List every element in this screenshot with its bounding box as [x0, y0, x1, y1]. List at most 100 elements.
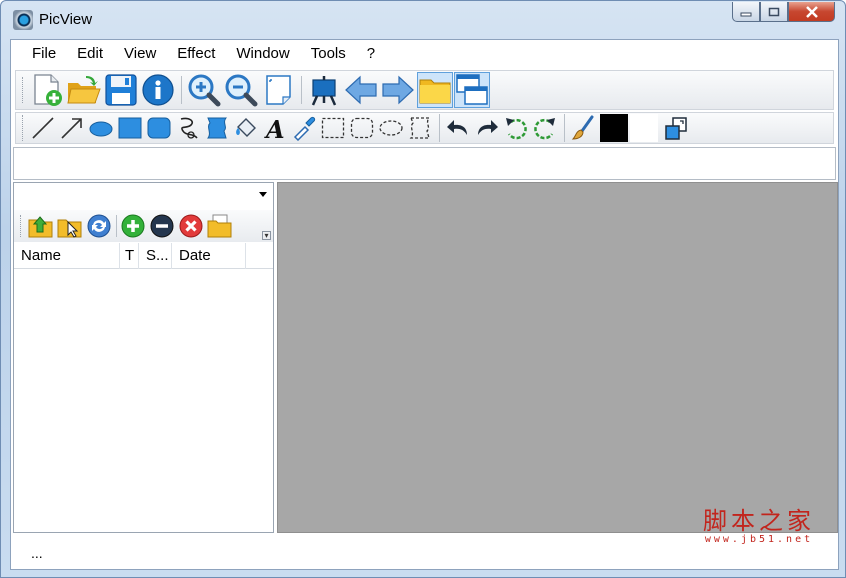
- svg-text:A: A: [264, 115, 285, 141]
- rounded-select-tool[interactable]: [348, 114, 376, 142]
- folder-view-icon: [419, 79, 451, 104]
- menu-effect[interactable]: Effect: [167, 40, 225, 68]
- toolbar-grip[interactable]: [20, 215, 23, 237]
- file-list-header: Name T S... Date: [14, 243, 273, 269]
- background-color-swatch[interactable]: [630, 114, 658, 142]
- status-text: ...: [31, 545, 43, 561]
- remove-button[interactable]: [148, 212, 176, 240]
- menu-bar: File Edit View Effect Window Tools ?: [11, 40, 838, 68]
- add-button[interactable]: [119, 212, 147, 240]
- folder-up-button[interactable]: [27, 212, 55, 240]
- toolbar-overflow-button[interactable]: ▾: [262, 231, 271, 240]
- rect-select-tool[interactable]: [319, 114, 347, 142]
- folder-dropdown[interactable]: [14, 183, 273, 209]
- watermark-url: www.jb51.net: [704, 534, 814, 545]
- page-icon: [266, 75, 291, 105]
- swap-colors-button[interactable]: [662, 114, 690, 142]
- app-window: PicView File Edit View Effect Window Too…: [0, 0, 846, 578]
- menu-window[interactable]: Window: [226, 40, 299, 68]
- app-eye-icon: [13, 10, 33, 30]
- ellipse-select-icon: [379, 120, 403, 136]
- image-viewer-area[interactable]: [277, 182, 838, 533]
- toolbar-separator: [564, 114, 565, 142]
- menu-edit[interactable]: Edit: [67, 40, 113, 68]
- arrow-line-tool[interactable]: [58, 114, 86, 142]
- browser-toolbar: ▾: [14, 210, 273, 242]
- lasso-icon: [180, 117, 198, 139]
- minimize-button[interactable]: [732, 2, 760, 22]
- folder-properties-button[interactable]: [206, 212, 234, 240]
- refresh-icon: [87, 214, 111, 238]
- rotate-left-button[interactable]: [502, 114, 530, 142]
- menu-file[interactable]: File: [12, 40, 66, 68]
- column-name[interactable]: Name: [14, 243, 120, 269]
- fill-tool[interactable]: [232, 114, 260, 142]
- client-area: File Edit View Effect Window Tools ? A ▾…: [10, 39, 839, 570]
- remove-icon: [150, 214, 174, 238]
- chevron-down-icon: [259, 192, 267, 197]
- column-size[interactable]: S...: [139, 243, 172, 269]
- undo-icon: [447, 120, 467, 135]
- windows-button[interactable]: [454, 72, 490, 108]
- maximize-button[interactable]: [760, 2, 788, 22]
- drawing-toolbar: A: [15, 112, 834, 144]
- menu-tools[interactable]: Tools: [301, 40, 356, 68]
- next-button[interactable]: [380, 72, 416, 108]
- minimize-icon: [740, 12, 752, 16]
- toolbar-grip[interactable]: [22, 77, 25, 103]
- undo-button[interactable]: [444, 114, 472, 142]
- column-type[interactable]: T: [120, 243, 139, 269]
- previous-button[interactable]: [343, 72, 379, 108]
- file-list[interactable]: [14, 270, 273, 532]
- open-button[interactable]: [66, 72, 102, 108]
- eyedropper-tool[interactable]: [290, 114, 318, 142]
- toolbar-grip[interactable]: [22, 115, 25, 141]
- rounded-rect-icon: [147, 117, 171, 139]
- rotate-right-icon: [534, 118, 555, 140]
- rect-select-icon: [321, 117, 345, 139]
- redo-icon: [478, 120, 498, 135]
- slideshow-button[interactable]: [306, 72, 342, 108]
- line-tool[interactable]: [29, 114, 57, 142]
- rounded-rect-tool[interactable]: [145, 114, 173, 142]
- select-folder-button[interactable]: [56, 212, 84, 240]
- watermark: 脚本之家 www.jb51.net: [703, 508, 815, 545]
- rectangle-tool[interactable]: [116, 114, 144, 142]
- toolbar-separator: [439, 114, 440, 142]
- maximize-icon: [768, 7, 780, 16]
- close-button[interactable]: [788, 2, 835, 22]
- freeform-tool[interactable]: [203, 114, 231, 142]
- menu-view[interactable]: View: [114, 40, 166, 68]
- lasso-tool[interactable]: [174, 114, 202, 142]
- foreground-color-swatch[interactable]: [600, 114, 628, 142]
- refresh-button[interactable]: [85, 212, 113, 240]
- open-folder-icon: [67, 76, 101, 104]
- folder-up-icon: [28, 216, 53, 238]
- redo-button[interactable]: [473, 114, 501, 142]
- new-file-button[interactable]: [29, 72, 65, 108]
- delete-button[interactable]: [177, 212, 205, 240]
- eyedropper-icon: [293, 116, 316, 141]
- folder-view-button[interactable]: [417, 72, 453, 108]
- save-icon: [105, 74, 137, 106]
- info-button[interactable]: [140, 72, 176, 108]
- text-tool[interactable]: A: [261, 114, 289, 142]
- rotate-right-button[interactable]: [531, 114, 559, 142]
- brush-tool[interactable]: [569, 114, 597, 142]
- file-browser-panel: ▾ Name T S... Date: [13, 182, 274, 533]
- new-file-icon: [34, 74, 62, 106]
- rectangle-icon: [118, 117, 142, 139]
- ellipse-tool[interactable]: [87, 114, 115, 142]
- page-button[interactable]: [260, 72, 296, 108]
- title-bar[interactable]: PicView: [1, 1, 846, 39]
- zoom-out-button[interactable]: [223, 72, 259, 108]
- freeform-select-tool[interactable]: [406, 114, 434, 142]
- line-icon: [32, 117, 54, 139]
- column-date[interactable]: Date: [172, 243, 246, 269]
- address-bar[interactable]: [13, 147, 836, 180]
- ellipse-select-tool[interactable]: [377, 114, 405, 142]
- save-button[interactable]: [103, 72, 139, 108]
- menu-help[interactable]: ?: [357, 40, 385, 68]
- zoom-in-button[interactable]: [186, 72, 222, 108]
- freeform-select-icon: [409, 117, 431, 139]
